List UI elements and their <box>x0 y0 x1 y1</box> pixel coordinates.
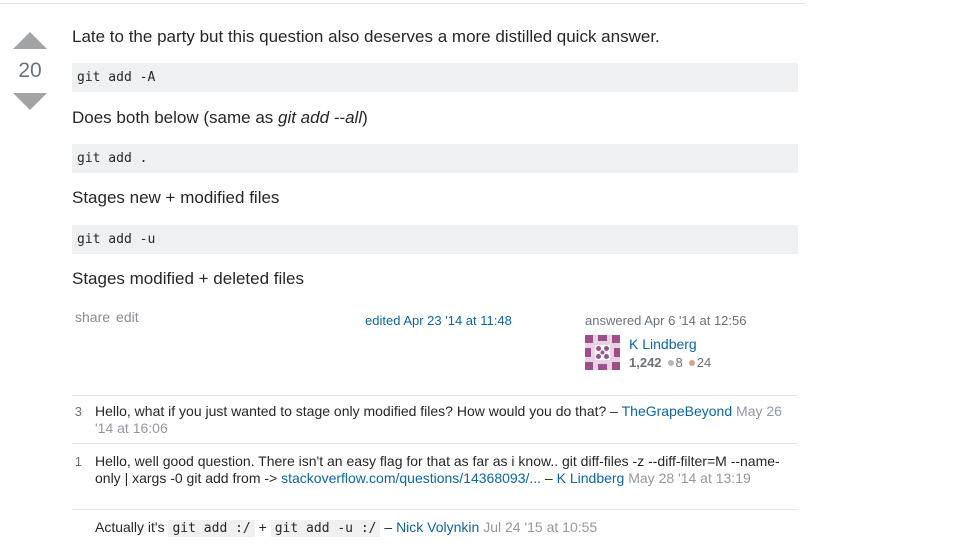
answer-desc-1: Does both below (same as git add --all) <box>72 108 368 128</box>
desc-1-suffix: ) <box>362 108 368 127</box>
comment-user-link[interactable]: K Lindberg <box>557 470 625 486</box>
comment-date[interactable]: May 28 '14 at 13:19 <box>628 470 751 486</box>
comment-copy: Hello, well good question. There isn't a… <box>95 453 785 487</box>
bronze-badge-icon <box>688 360 695 367</box>
comment-copy: Hello, what if you just wanted to stage … <box>95 403 785 437</box>
comment-text: Hello, what if you just wanted to stage … <box>95 403 607 419</box>
comment-code-a: git add :/ <box>168 520 255 537</box>
edit-link[interactable]: edit <box>116 309 139 325</box>
vote-cell: 20 <box>12 32 48 110</box>
comment-item: Actually it's git add :/ + git add -u :/… <box>72 509 798 546</box>
downvote-arrow-icon[interactable] <box>13 93 47 110</box>
code-block-git-add-A: git add -A <box>72 63 798 92</box>
code-block-git-add-dot: git add . <box>72 144 798 173</box>
comment-score: 1 <box>74 454 82 469</box>
comment-separator: – <box>541 470 557 486</box>
answer-intro: Late to the party but this question also… <box>72 27 660 46</box>
reputation-score: 1,242 <box>629 355 662 370</box>
answer-desc-3: Stages modified + deleted files <box>72 269 305 288</box>
user-avatar[interactable] <box>585 335 620 370</box>
upvote-arrow-icon[interactable] <box>13 32 47 49</box>
top-divider <box>0 3 806 4</box>
comment-date[interactable]: Jul 24 '15 at 10:55 <box>483 519 597 535</box>
comment-link[interactable]: stackoverflow.com/questions/14368093/... <box>281 470 541 486</box>
silver-badge-count: 8 <box>675 355 683 370</box>
comment-separator: – <box>380 519 397 535</box>
answer-desc-2: Stages new + modified files <box>72 188 280 207</box>
comment-user-link[interactable]: Nick Volynkin <box>396 519 479 535</box>
comment-copy: Actually it's git add :/ + git add -u :/… <box>95 519 785 537</box>
desc-1-prefix: Does both below (same as <box>72 108 278 127</box>
answered-timestamp: answered Apr 6 '14 at 12:56 <box>585 313 747 328</box>
code-block-git-add-u: git add -u <box>72 225 798 254</box>
comment-item: 3 Hello, what if you just wanted to stag… <box>72 395 798 444</box>
comment-user-link[interactable]: TheGrapeBeyond <box>622 403 733 419</box>
bronze-badge-count: 24 <box>696 355 712 370</box>
post-menu: share edit <box>75 309 145 325</box>
desc-1-emphasis: git add --all <box>278 108 363 127</box>
comment-code-b: git add -u :/ <box>270 520 381 537</box>
comment-plus: + <box>254 519 271 535</box>
share-link[interactable]: share <box>75 309 110 325</box>
comment-item: 1 Hello, well good question. There isn't… <box>72 443 798 510</box>
comment-text-prefix: Actually it's <box>95 519 169 535</box>
edited-timestamp-link[interactable]: edited Apr 23 '14 at 11:48 <box>365 313 512 328</box>
comment-separator: – <box>606 403 622 419</box>
user-stats: 1,242 8 24 <box>629 355 711 370</box>
comment-score: 3 <box>74 404 82 419</box>
user-name-link[interactable]: K Lindberg <box>629 336 697 352</box>
vote-count: 20 <box>18 59 42 82</box>
silver-badge-icon <box>667 360 674 367</box>
